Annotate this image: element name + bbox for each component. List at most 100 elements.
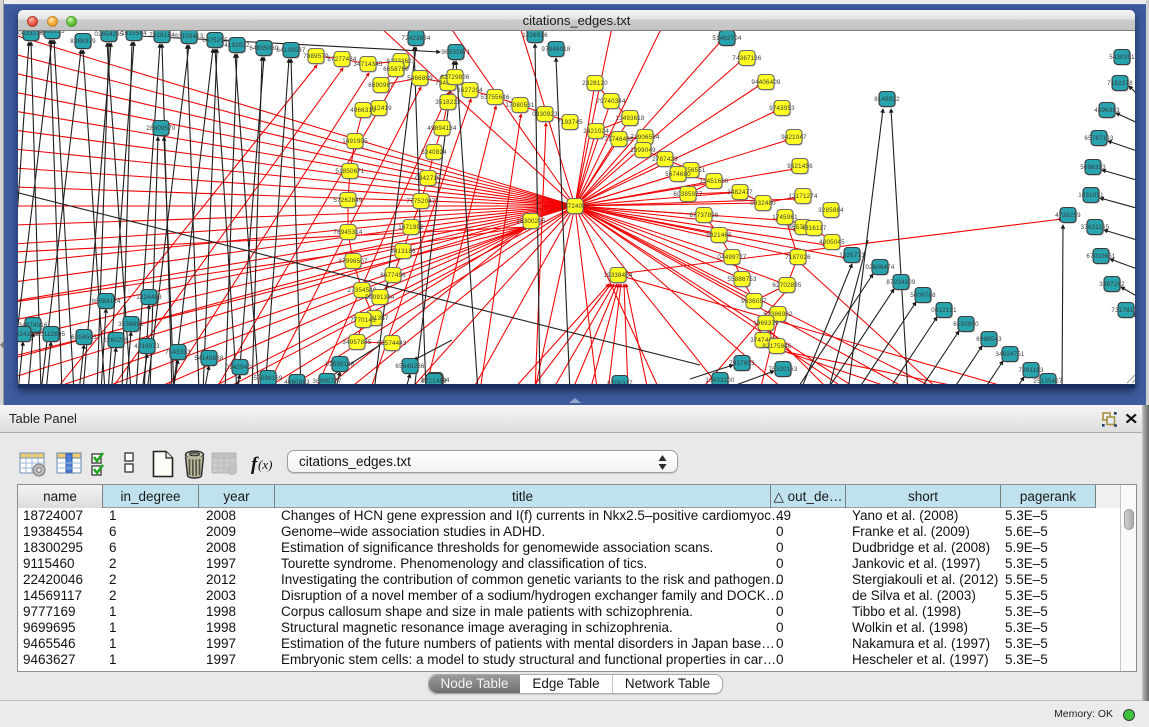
svg-text:5466889: 5466889 bbox=[407, 75, 433, 82]
svg-text:98084124: 98084124 bbox=[91, 298, 120, 305]
svg-text:61595148: 61595148 bbox=[325, 361, 354, 368]
svg-text:4896383: 4896383 bbox=[1094, 107, 1120, 114]
svg-text:00524278: 00524278 bbox=[18, 331, 38, 338]
svg-text:71906594: 71906594 bbox=[630, 134, 659, 141]
svg-text:82175946: 82175946 bbox=[762, 343, 791, 350]
svg-text:57262849: 57262849 bbox=[333, 197, 362, 204]
svg-text:4738299: 4738299 bbox=[1055, 212, 1081, 219]
svg-text:1326773: 1326773 bbox=[839, 252, 865, 259]
svg-text:99091334: 99091334 bbox=[365, 294, 394, 301]
svg-text:1627204: 1627204 bbox=[457, 87, 483, 94]
svg-text:1745961: 1745961 bbox=[772, 214, 798, 221]
svg-text:5098393: 5098393 bbox=[1080, 164, 1106, 171]
svg-text:7889579: 7889579 bbox=[303, 53, 329, 60]
svg-text:6658760: 6658760 bbox=[383, 66, 409, 73]
svg-text:7182278: 7182278 bbox=[1107, 80, 1133, 87]
svg-text:73178108: 73178108 bbox=[1111, 307, 1135, 314]
svg-text:97848018: 97848018 bbox=[541, 46, 570, 53]
svg-text:2787429: 2787429 bbox=[652, 156, 678, 163]
svg-text:13433200: 13433200 bbox=[705, 377, 734, 384]
svg-text:74367136: 74367136 bbox=[732, 55, 761, 62]
svg-text:62702895: 62702895 bbox=[772, 282, 801, 289]
svg-text:7770143: 7770143 bbox=[350, 317, 376, 324]
svg-text:9821465: 9821465 bbox=[706, 232, 732, 239]
svg-text:13171274: 13171274 bbox=[788, 193, 817, 200]
svg-text:85574443: 85574443 bbox=[377, 340, 406, 347]
svg-text:51850671: 51850671 bbox=[335, 168, 364, 175]
svg-text:93103413: 93103413 bbox=[174, 33, 203, 40]
svg-text:4966319: 4966319 bbox=[350, 107, 376, 114]
svg-text:36995777: 36995777 bbox=[312, 378, 341, 384]
svg-text:5009788: 5009788 bbox=[910, 292, 936, 299]
svg-text:0812191: 0812191 bbox=[931, 307, 957, 314]
svg-text:1031051: 1031051 bbox=[1078, 192, 1104, 199]
svg-text:8386379: 8386379 bbox=[70, 38, 96, 45]
svg-text:60385977: 60385977 bbox=[673, 191, 702, 198]
svg-text:1615594: 1615594 bbox=[121, 31, 147, 37]
svg-text:18300295: 18300295 bbox=[516, 218, 545, 225]
svg-text:2421024: 2421024 bbox=[583, 128, 609, 135]
svg-text:3518233: 3518233 bbox=[435, 99, 461, 106]
svg-text:72423884: 72423884 bbox=[401, 35, 430, 42]
svg-text:1226916: 1226916 bbox=[522, 32, 548, 39]
svg-text:76945314: 76945314 bbox=[333, 229, 362, 236]
svg-text:55698169: 55698169 bbox=[253, 375, 282, 382]
svg-text:77752047: 77752047 bbox=[406, 198, 435, 205]
svg-text:0842710: 0842710 bbox=[415, 175, 441, 182]
svg-text:02654235: 02654235 bbox=[94, 31, 123, 38]
svg-text:62729806: 62729806 bbox=[440, 74, 469, 81]
svg-text:65648236: 65648236 bbox=[395, 363, 424, 370]
svg-text:17080531: 17080531 bbox=[505, 102, 534, 109]
svg-text:5240824: 5240824 bbox=[421, 149, 447, 156]
svg-text:7816184: 7816184 bbox=[149, 32, 175, 39]
svg-text:2260256: 2260256 bbox=[103, 337, 129, 344]
svg-text:3482477: 3482477 bbox=[727, 189, 753, 196]
svg-text:1824493: 1824493 bbox=[136, 294, 162, 301]
svg-text:0330923: 0330923 bbox=[532, 111, 558, 118]
svg-text:28809570: 28809570 bbox=[146, 125, 175, 132]
svg-text:1969379: 1969379 bbox=[753, 320, 779, 327]
svg-text:9521456: 9521456 bbox=[787, 163, 813, 170]
svg-text:5674680: 5674680 bbox=[665, 171, 691, 178]
svg-text:37996507: 37996507 bbox=[338, 258, 367, 265]
svg-text:04499727: 04499727 bbox=[717, 254, 746, 261]
svg-text:37631165: 37631165 bbox=[1081, 224, 1110, 231]
svg-text:94406409: 94406409 bbox=[751, 79, 780, 86]
svg-text:6193990: 6193990 bbox=[953, 321, 979, 328]
svg-text:3285884: 3285884 bbox=[818, 207, 844, 214]
svg-text:9600133: 9600133 bbox=[39, 31, 65, 35]
svg-text:3158692: 3158692 bbox=[118, 321, 144, 328]
svg-text:34714345: 34714345 bbox=[353, 61, 382, 68]
svg-text:4005045: 4005045 bbox=[819, 239, 845, 246]
svg-text:34957885: 34957885 bbox=[342, 339, 371, 346]
svg-text:4316117: 4316117 bbox=[801, 225, 826, 232]
svg-text:79740344: 79740344 bbox=[596, 98, 625, 105]
svg-text:80112805: 80112805 bbox=[37, 331, 66, 338]
svg-text:7917693: 7917693 bbox=[729, 360, 755, 367]
svg-text:1491905: 1491905 bbox=[342, 138, 368, 145]
svg-text:76320163: 76320163 bbox=[768, 366, 797, 373]
svg-text:9413186: 9413186 bbox=[390, 248, 416, 255]
svg-text:18724007: 18724007 bbox=[560, 203, 589, 210]
svg-text:53755646: 53755646 bbox=[480, 94, 509, 101]
svg-text:67737826: 67737826 bbox=[689, 212, 718, 219]
svg-text:64139537: 64139537 bbox=[276, 47, 305, 54]
svg-text:9743953: 9743953 bbox=[769, 105, 795, 112]
svg-text:02606474: 02606474 bbox=[865, 264, 894, 271]
svg-text:6998543: 6998543 bbox=[976, 336, 1002, 343]
svg-text:15451680: 15451680 bbox=[699, 178, 728, 185]
svg-text:7187026: 7187026 bbox=[785, 254, 811, 261]
svg-text:55886753: 55886753 bbox=[727, 276, 756, 283]
svg-text:8677496: 8677496 bbox=[380, 272, 406, 279]
svg-text:8708317: 8708317 bbox=[607, 380, 633, 384]
svg-text:8721489: 8721489 bbox=[421, 378, 447, 384]
svg-text:7991183: 7991183 bbox=[1018, 367, 1043, 374]
svg-text:13493618: 13493618 bbox=[615, 115, 644, 122]
svg-text:64835030: 64835030 bbox=[249, 45, 278, 52]
svg-text:(x): (x) bbox=[258, 457, 272, 472]
svg-text:87234309: 87234309 bbox=[886, 279, 915, 286]
svg-text:65787133: 65787133 bbox=[1084, 135, 1113, 142]
svg-text:54145868: 54145868 bbox=[194, 355, 223, 362]
svg-text:9421047: 9421047 bbox=[781, 134, 807, 141]
svg-text:67010651: 67010651 bbox=[1086, 253, 1115, 260]
